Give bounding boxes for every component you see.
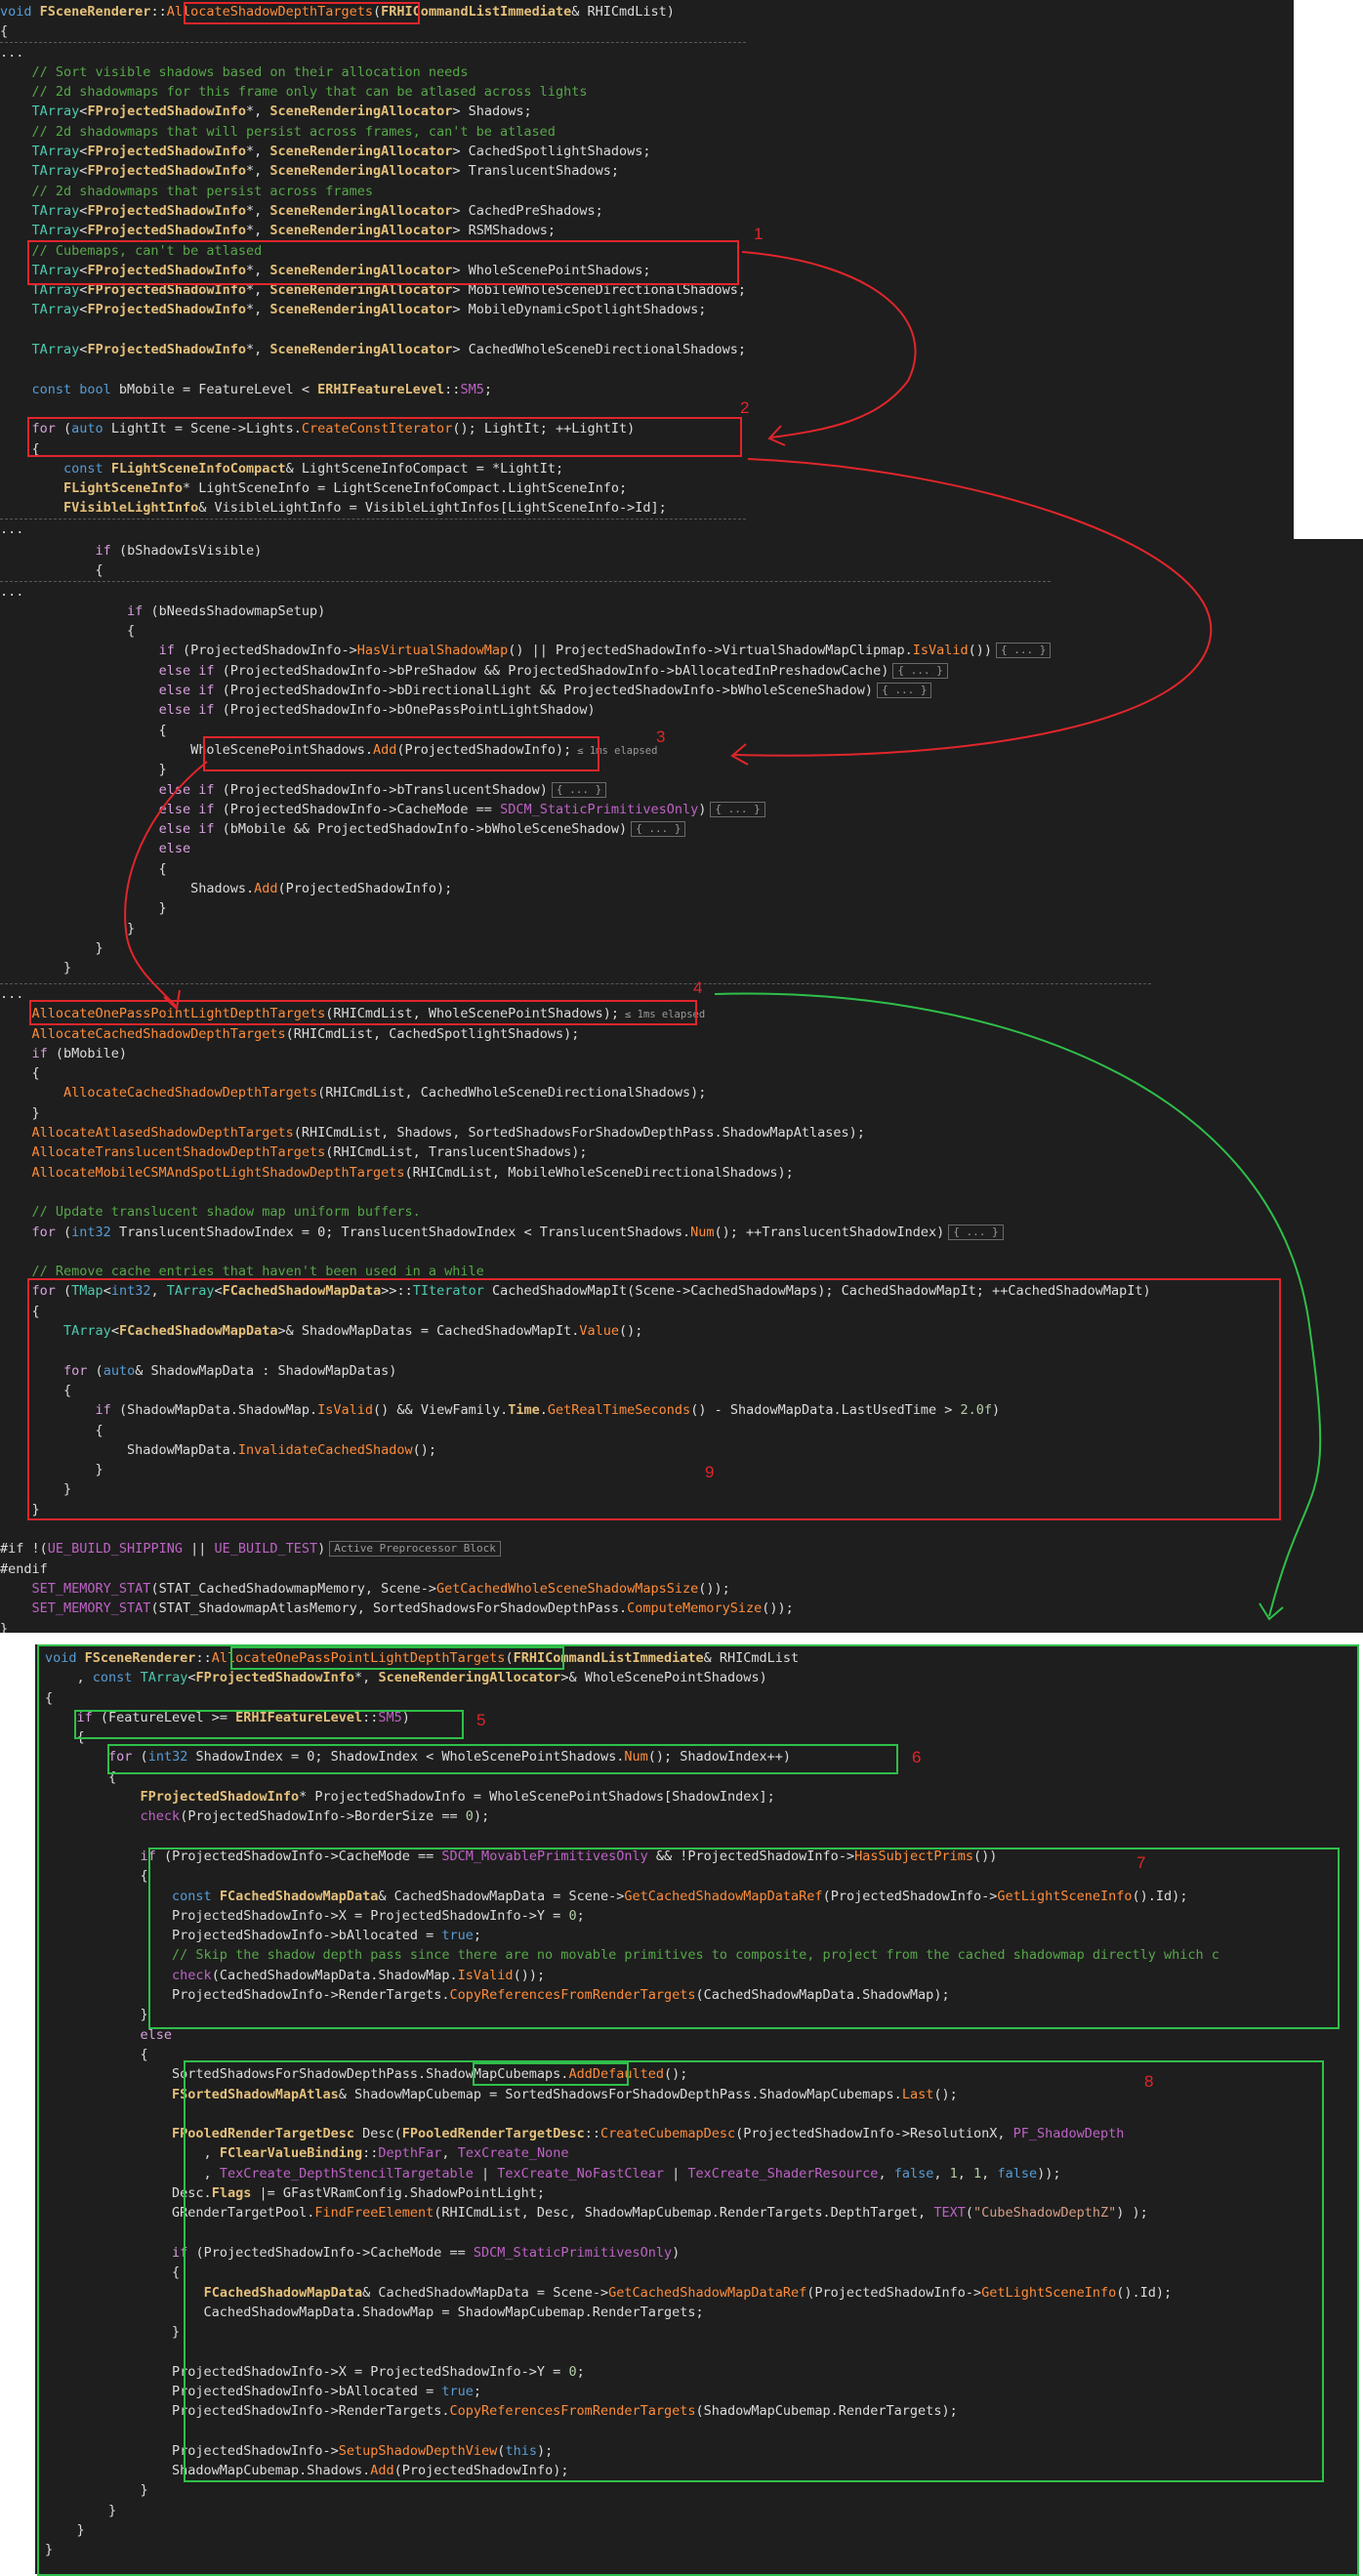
arrow-2-to-3 [733, 458, 1213, 757]
annotation-arrows [124, 251, 1322, 1621]
arrow-3-to-4-head [163, 989, 181, 1012]
arrow-1-to-2 [741, 251, 917, 438]
arrow-3-to-4 [124, 761, 208, 1007]
arrow-4-to-bottom [714, 992, 1322, 1617]
